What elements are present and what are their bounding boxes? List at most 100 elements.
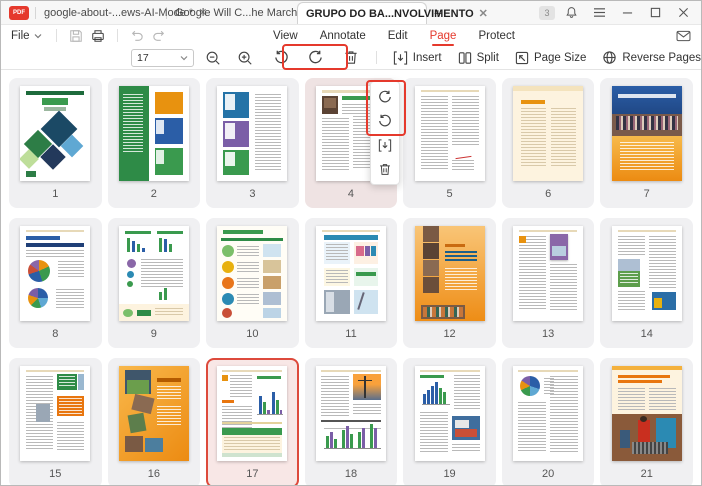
- notification-count-badge[interactable]: 3: [539, 5, 555, 20]
- page-thumbnail-15[interactable]: 15: [9, 358, 102, 485]
- rotate-clockwise-button[interactable]: [373, 85, 397, 109]
- delete-page-button[interactable]: [373, 157, 397, 181]
- save-icon[interactable]: [69, 29, 83, 43]
- insert-page-button[interactable]: [373, 133, 397, 157]
- page-thumbnail-8[interactable]: 8: [9, 218, 102, 348]
- file-menu-button[interactable]: File: [11, 30, 42, 42]
- page-thumbnail-5[interactable]: 5: [403, 78, 496, 208]
- tab-document-3-active[interactable]: GRUPO DO BA...NVOLVIMENTO ✕: [297, 2, 488, 24]
- zoom-out-button[interactable]: [200, 48, 226, 68]
- page-thumbnail-18[interactable]: 18: [304, 358, 398, 485]
- hamburger-menu-icon[interactable]: [587, 3, 611, 23]
- page-thumbnail-image-fast-facts-icon-rows[interactable]: [217, 226, 288, 321]
- page-thumbnail-image-board-group-photo[interactable]: [611, 86, 682, 181]
- rotate-right-button[interactable]: [302, 48, 328, 68]
- page-number-label: 15: [49, 468, 62, 480]
- page-thumbnail-image-bar-chart-ship-photo[interactable]: [414, 366, 485, 461]
- page-number-label: 12: [443, 328, 456, 340]
- reverse-pages-icon: [603, 51, 617, 64]
- menu-view[interactable]: View: [273, 28, 298, 44]
- page-thumbnail-image-cream-two-column-text[interactable]: [513, 86, 584, 181]
- page-thumbnail-image-text-with-green-and-blue-insets[interactable]: [611, 226, 682, 321]
- page-thumbnail-16[interactable]: 16: [107, 358, 201, 485]
- rotate-counterclockwise-button[interactable]: [373, 109, 397, 133]
- split-icon: [458, 51, 471, 64]
- print-icon[interactable]: [91, 29, 105, 43]
- tab-label: GRUPO DO BA...NVOLVIMENTO: [306, 7, 474, 20]
- tab-close-icon[interactable]: ✕: [479, 7, 488, 20]
- page-number-label: 10: [246, 328, 259, 340]
- page-thumbnails-panel: 1 2 3 4 5 6 7 8 9 10 11 12 13 14 15 16 17 18 19 20 21: [1, 70, 701, 485]
- chevron-down-icon: [180, 55, 188, 60]
- page-thumbnail-image-two-column-text-signature[interactable]: [414, 86, 485, 181]
- page-number-label: 4: [347, 188, 355, 200]
- file-menu-label: File: [11, 29, 30, 42]
- delete-page-button[interactable]: [338, 48, 364, 68]
- page-thumbnail-image-colorful-infographic-panels[interactable]: [315, 226, 386, 321]
- tab-document-1[interactable]: google-about-...ews-AI-Mode * ✕: [36, 1, 207, 24]
- page-thumbnail-21[interactable]: 21: [600, 358, 693, 485]
- page-thumbnail-13[interactable]: 13: [501, 218, 595, 348]
- page-number-label: 20: [542, 468, 555, 480]
- divider: [116, 29, 118, 42]
- maximize-button[interactable]: [643, 3, 667, 23]
- menu-annotate[interactable]: Annotate: [320, 28, 366, 44]
- menu-protect[interactable]: Protect: [478, 28, 514, 44]
- divider: [55, 29, 57, 42]
- page-thumbnail-image-fast-facts-pie-charts[interactable]: [20, 226, 91, 321]
- page-number-input[interactable]: 17: [131, 48, 195, 67]
- page-thumbnail-6[interactable]: 6: [501, 78, 595, 208]
- page-thumbnail-image-orange-photo-strip-chapter[interactable]: [414, 226, 485, 321]
- page-size-button[interactable]: Page Size: [515, 51, 586, 65]
- menu-edit[interactable]: Edit: [388, 28, 408, 44]
- page-thumbnail-image-numbered-chapters-3-4-5[interactable]: [217, 86, 288, 181]
- page-number-label: 5: [446, 188, 453, 200]
- page-thumbnail-7[interactable]: 7: [600, 78, 693, 208]
- page-thumbnail-image-bar-charts-infographic[interactable]: [118, 226, 189, 321]
- tab-document-2[interactable]: Google Will C...he March Core ✕: [167, 1, 338, 24]
- app-logo-icon[interactable]: PDF: [9, 6, 29, 20]
- page-thumbnail-14[interactable]: 14: [600, 218, 693, 348]
- insert-button[interactable]: Insert: [393, 50, 442, 65]
- insert-label: Insert: [412, 51, 442, 64]
- page-thumbnail-11[interactable]: 11: [304, 218, 398, 348]
- page-number-label: 11: [345, 328, 357, 340]
- page-thumbnail-10[interactable]: 10: [206, 218, 299, 348]
- page-thumbnail-1[interactable]: 1: [9, 78, 102, 208]
- page-number-label: 21: [640, 468, 653, 480]
- page-thumbnail-2[interactable]: 2: [107, 78, 201, 208]
- rotate-left-button[interactable]: [268, 48, 294, 68]
- page-number-label: 6: [545, 188, 552, 200]
- page-thumbnail-image-green-toc-with-photo-blocks[interactable]: [118, 86, 189, 181]
- page-thumbnail-17[interactable]: 17: [206, 358, 299, 485]
- page-thumbnail-image-text-with-pie-chart[interactable]: [513, 366, 584, 461]
- page-thumbnail-image-text-pylon-photo-bar-chart[interactable]: [315, 366, 386, 461]
- page-thumbnail-3[interactable]: 3: [206, 78, 299, 208]
- page-thumbnail-20[interactable]: 20: [501, 358, 595, 485]
- title-bar: PDF google-about-...ews-AI-Mode * ✕ Goog…: [1, 1, 701, 25]
- reverse-pages-button[interactable]: Reverse Pages: [602, 50, 701, 65]
- page-thumbnail-19[interactable]: 19: [403, 358, 496, 485]
- minimize-button[interactable]: [615, 3, 639, 23]
- redo-icon[interactable]: [152, 30, 166, 42]
- page-thumbnail-12[interactable]: 12: [403, 218, 496, 348]
- page-toolbar: 17 Insert Split Page Size Reverse Pages: [1, 44, 701, 70]
- bell-icon[interactable]: [559, 3, 583, 23]
- page-size-label: Page Size: [533, 51, 587, 64]
- page-thumbnail-9[interactable]: 9: [107, 218, 201, 348]
- page-thumbnail-4[interactable]: 4: [304, 78, 407, 208]
- undo-icon[interactable]: [130, 30, 144, 42]
- page-thumbnail-image-text-with-photo-insets[interactable]: [20, 366, 91, 461]
- page-thumbnail-image-orange-chapter-photo-numeral[interactable]: [118, 366, 189, 461]
- page-thumbnail-image-orange-text-market-photo[interactable]: [611, 366, 682, 461]
- split-button[interactable]: Split: [458, 51, 499, 65]
- zoom-in-button[interactable]: [232, 48, 258, 68]
- close-button[interactable]: [671, 3, 695, 23]
- menu-page-active[interactable]: Page: [430, 28, 456, 46]
- page-thumbnail-image-annual-report-cover-2019[interactable]: [20, 86, 91, 181]
- envelope-icon[interactable]: [676, 30, 691, 42]
- page-thumbnail-image-bar-chart-and-green-table[interactable]: [217, 366, 288, 461]
- thumbnail-grid: 1 2 3 4 5 6 7 8 9 10 11 12 13 14 15 16 17 18 19 20 21: [1, 70, 701, 485]
- page-number-label: 2: [150, 188, 157, 200]
- page-thumbnail-image-text-with-booklet-inset[interactable]: [513, 226, 584, 321]
